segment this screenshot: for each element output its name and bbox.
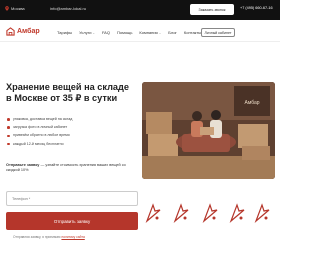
consent-text: Отправляя заявку, я принимаю политику са…: [13, 235, 141, 239]
nav-item-tariffs[interactable]: Тарифы: [57, 30, 72, 35]
nav-item-label: Помощь: [116, 30, 133, 35]
feature-icon-2: [171, 202, 191, 224]
submit-button[interactable]: Отправить заявку: [6, 212, 138, 230]
nav-item-company[interactable]: Компания ⌄: [139, 30, 161, 35]
list-item: каждый 12-й месяц бесплатно: [6, 142, 126, 150]
nav-item-blog[interactable]: Блог: [168, 30, 177, 35]
email-link[interactable]: info@ambar-lokal.ru: [50, 6, 86, 11]
logo[interactable]: Амбар: [6, 27, 40, 36]
nav-item-label: Блог: [168, 30, 177, 35]
feature-icon-4: [227, 202, 247, 224]
top-bar: Москва info@ambar-lokal.ru Заказать звон…: [0, 0, 280, 20]
feature-icon-5: [252, 202, 272, 224]
benefits-list: упаковка, доставка вещей на склад загруз…: [6, 117, 126, 150]
location-pin-icon: [5, 6, 9, 11]
list-item: привезём обратно в любое время: [6, 133, 126, 141]
nav-item-label: Тарифы: [57, 30, 73, 35]
feature-icon-3: [200, 202, 220, 224]
nav-item-faq[interactable]: FAQ: [102, 30, 110, 35]
list-item: упаковка, доставка вещей на склад: [6, 117, 126, 125]
callback-button[interactable]: Заказать звонок: [190, 4, 234, 15]
chevron-down-icon: ⌄: [92, 30, 95, 35]
nav-item-label: Услуги: [79, 30, 92, 35]
photo-sign: Амбар: [244, 100, 259, 106]
page-title: Хранение вещей на складе в Москве от 35 …: [6, 82, 129, 103]
privacy-policy-link[interactable]: политику сайта: [61, 235, 84, 239]
list-item: загрузка фото в личный кабинет: [6, 125, 126, 133]
chevron-down-icon: ⌄: [158, 30, 162, 35]
hero-photo: Амбар: [142, 82, 275, 179]
personal-cabinet-button[interactable]: Личный кабинет: [201, 28, 235, 37]
nav-item-services[interactable]: Услуги ⌄: [79, 30, 95, 35]
phone-field[interactable]: [6, 191, 138, 206]
feature-icon-1: [143, 202, 163, 224]
offer-text: Отправьте заявку — узнайте стоимость хра…: [6, 163, 138, 173]
nav-item-label: Контакты: [183, 30, 202, 35]
nav-item-label: FAQ: [101, 30, 110, 35]
nav-item-contacts[interactable]: Контакты: [184, 30, 201, 35]
consent-label: Отправляя заявку, я принимаю: [13, 235, 62, 239]
nav-item-label: Компания: [139, 30, 158, 35]
nav-menu: Тарифы Услуги ⌄ FAQ Помощь Компания ⌄ Блог…: [57, 30, 201, 35]
brand-name: Амбар: [17, 28, 40, 35]
city-selector[interactable]: Москва: [5, 6, 25, 11]
city-label: Москва: [11, 6, 25, 11]
nav-item-help[interactable]: Помощь: [117, 30, 132, 35]
phone-link[interactable]: +7 (495) 660-67-16: [240, 6, 273, 10]
barn-logo-icon: [6, 27, 15, 36]
offer-lead: Отправьте заявку: [6, 163, 40, 167]
